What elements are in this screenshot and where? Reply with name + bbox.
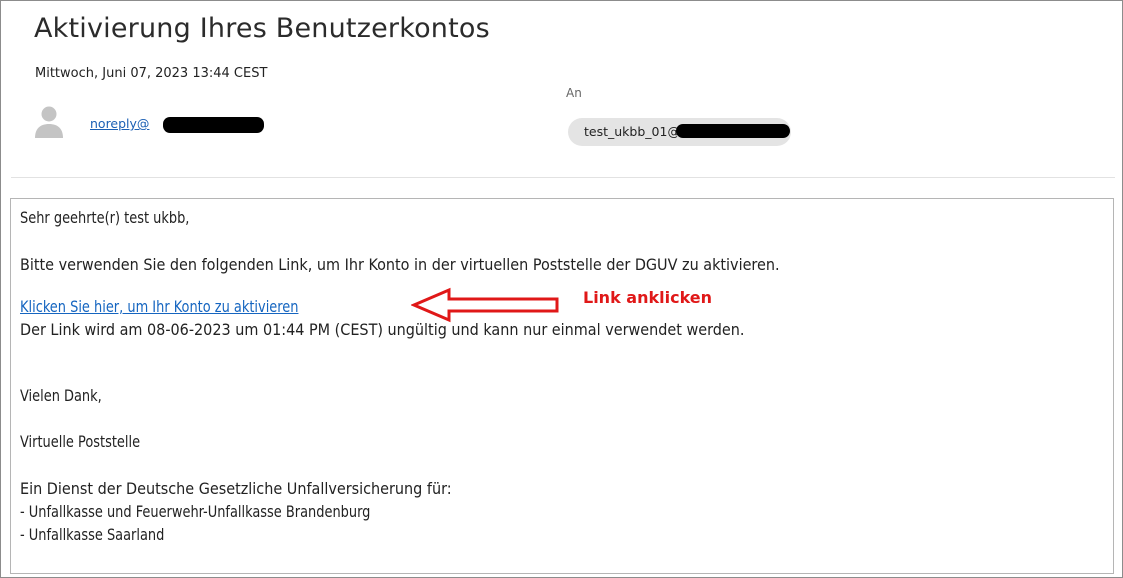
- activation-link[interactable]: Klicken Sie hier, um Ihr Konto zu aktivi…: [20, 297, 298, 316]
- header-divider: [11, 177, 1115, 178]
- recipient-chip[interactable]: test_ukbb_01@: [568, 118, 791, 146]
- left-arrow-icon: [411, 287, 559, 323]
- body-service-item: - Unfallkasse und Feuerwehr-Unfallkasse …: [20, 502, 371, 521]
- body-service-item: - Unfallkasse Saarland: [20, 525, 165, 544]
- email-date: Mittwoch, Juni 07, 2023 13:44 CEST: [35, 66, 268, 81]
- sender-redaction: [163, 117, 264, 133]
- sender-link[interactable]: noreply@: [90, 116, 149, 131]
- recipient-address: test_ukbb_01@: [584, 124, 680, 139]
- to-label: An: [566, 86, 582, 100]
- activation-link-line: Klicken Sie hier, um Ihr Konto zu aktivi…: [20, 297, 298, 316]
- body-thanks: Vielen Dank,: [20, 386, 102, 405]
- body-greeting: Sehr geehrte(r) test ukbb,: [20, 208, 190, 227]
- email-subject: Aktivierung Ihres Benutzerkontos: [34, 13, 490, 44]
- body-signature: Virtuelle Poststelle: [20, 432, 141, 451]
- user-avatar-icon: [35, 106, 63, 138]
- body-expiry-note: Der Link wird am 08-06-2023 um 01:44 PM …: [20, 320, 745, 339]
- body-service-intro: Ein Dienst der Deutsche Gesetzliche Unfa…: [20, 479, 452, 498]
- email-viewer: Aktivierung Ihres Benutzerkontos Mittwoc…: [0, 0, 1123, 578]
- recipient-redaction: [676, 124, 790, 138]
- body-instruction: Bitte verwenden Sie den folgenden Link, …: [20, 255, 780, 274]
- annotation-label: Link anklicken: [583, 288, 713, 307]
